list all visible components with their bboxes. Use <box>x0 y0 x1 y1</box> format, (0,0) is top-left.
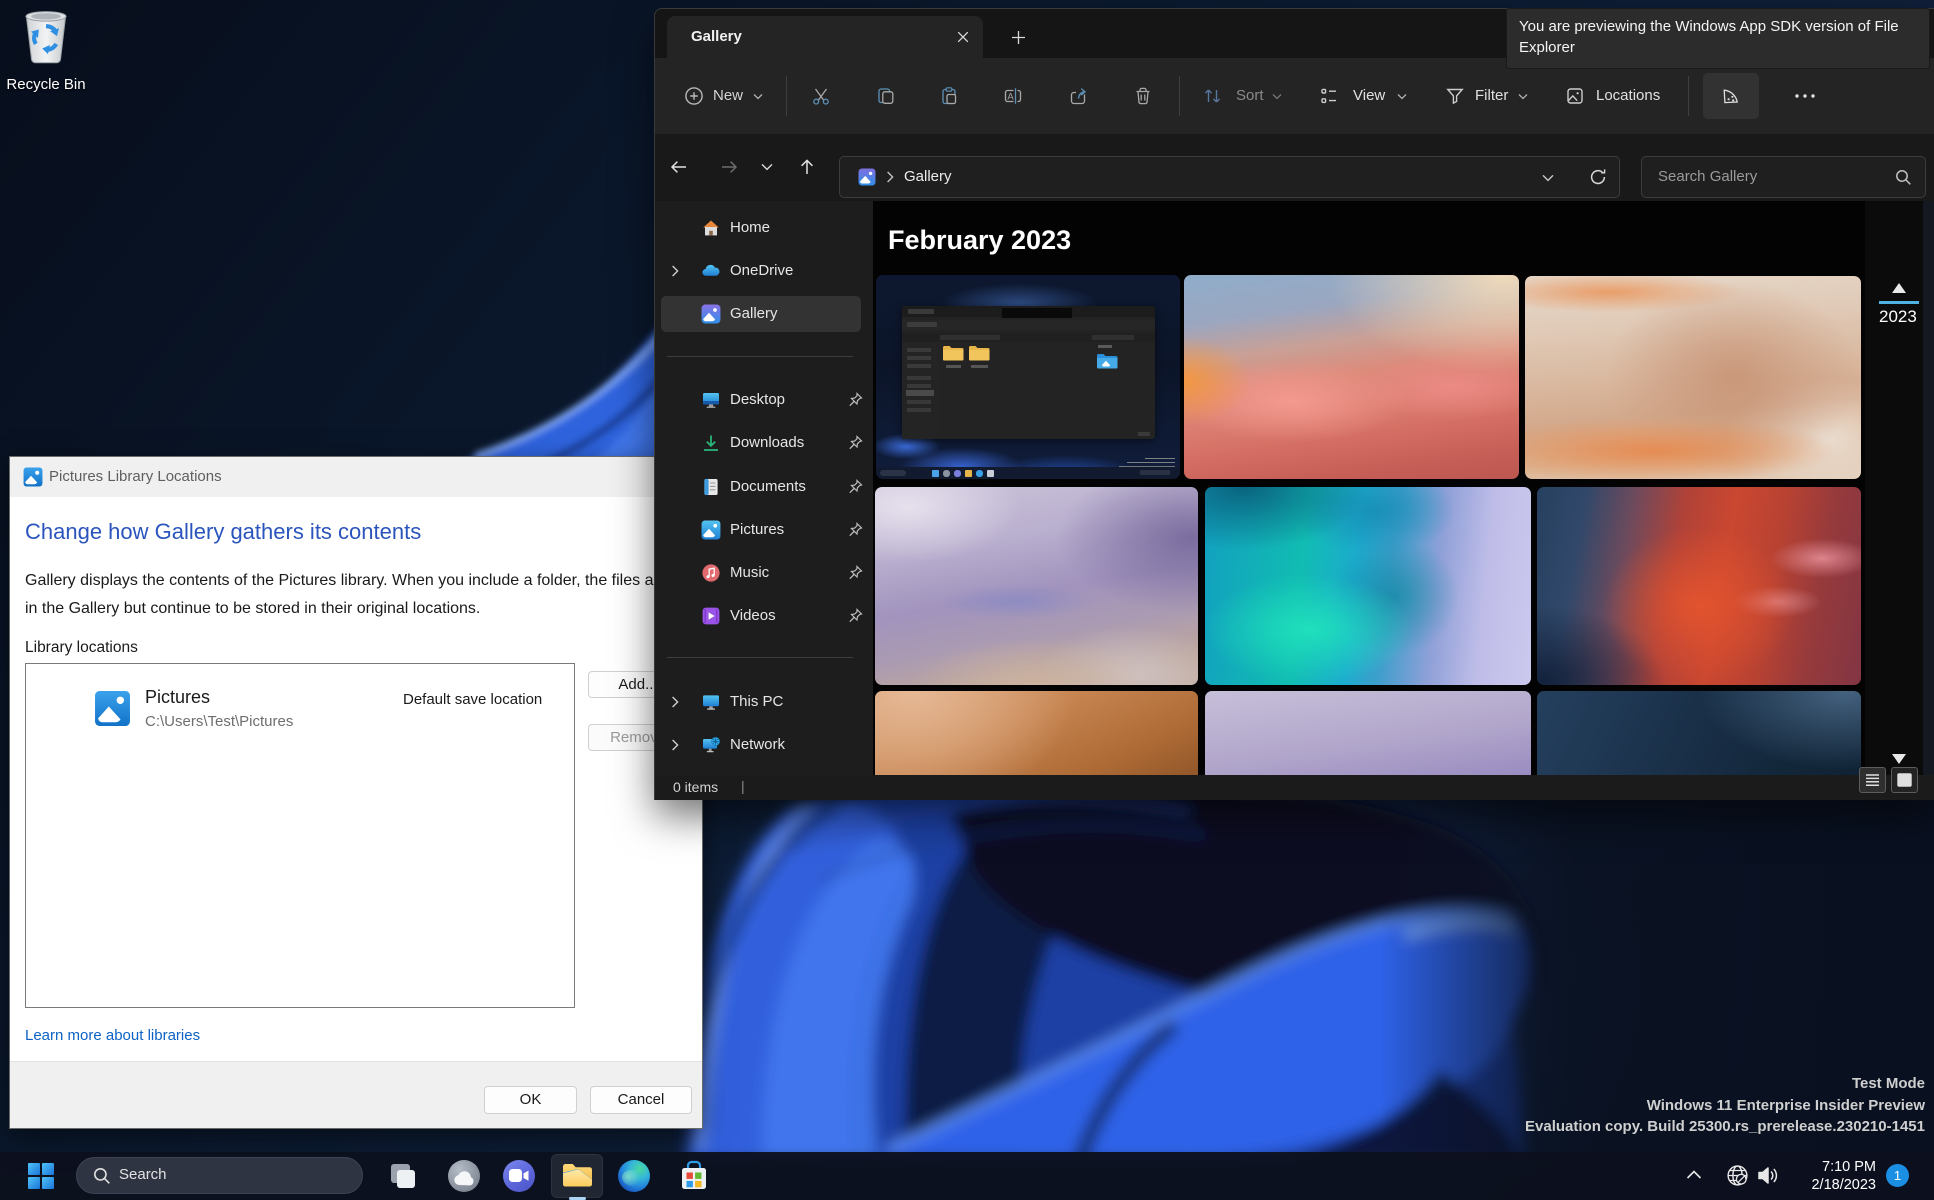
svg-text:A: A <box>1007 92 1014 103</box>
